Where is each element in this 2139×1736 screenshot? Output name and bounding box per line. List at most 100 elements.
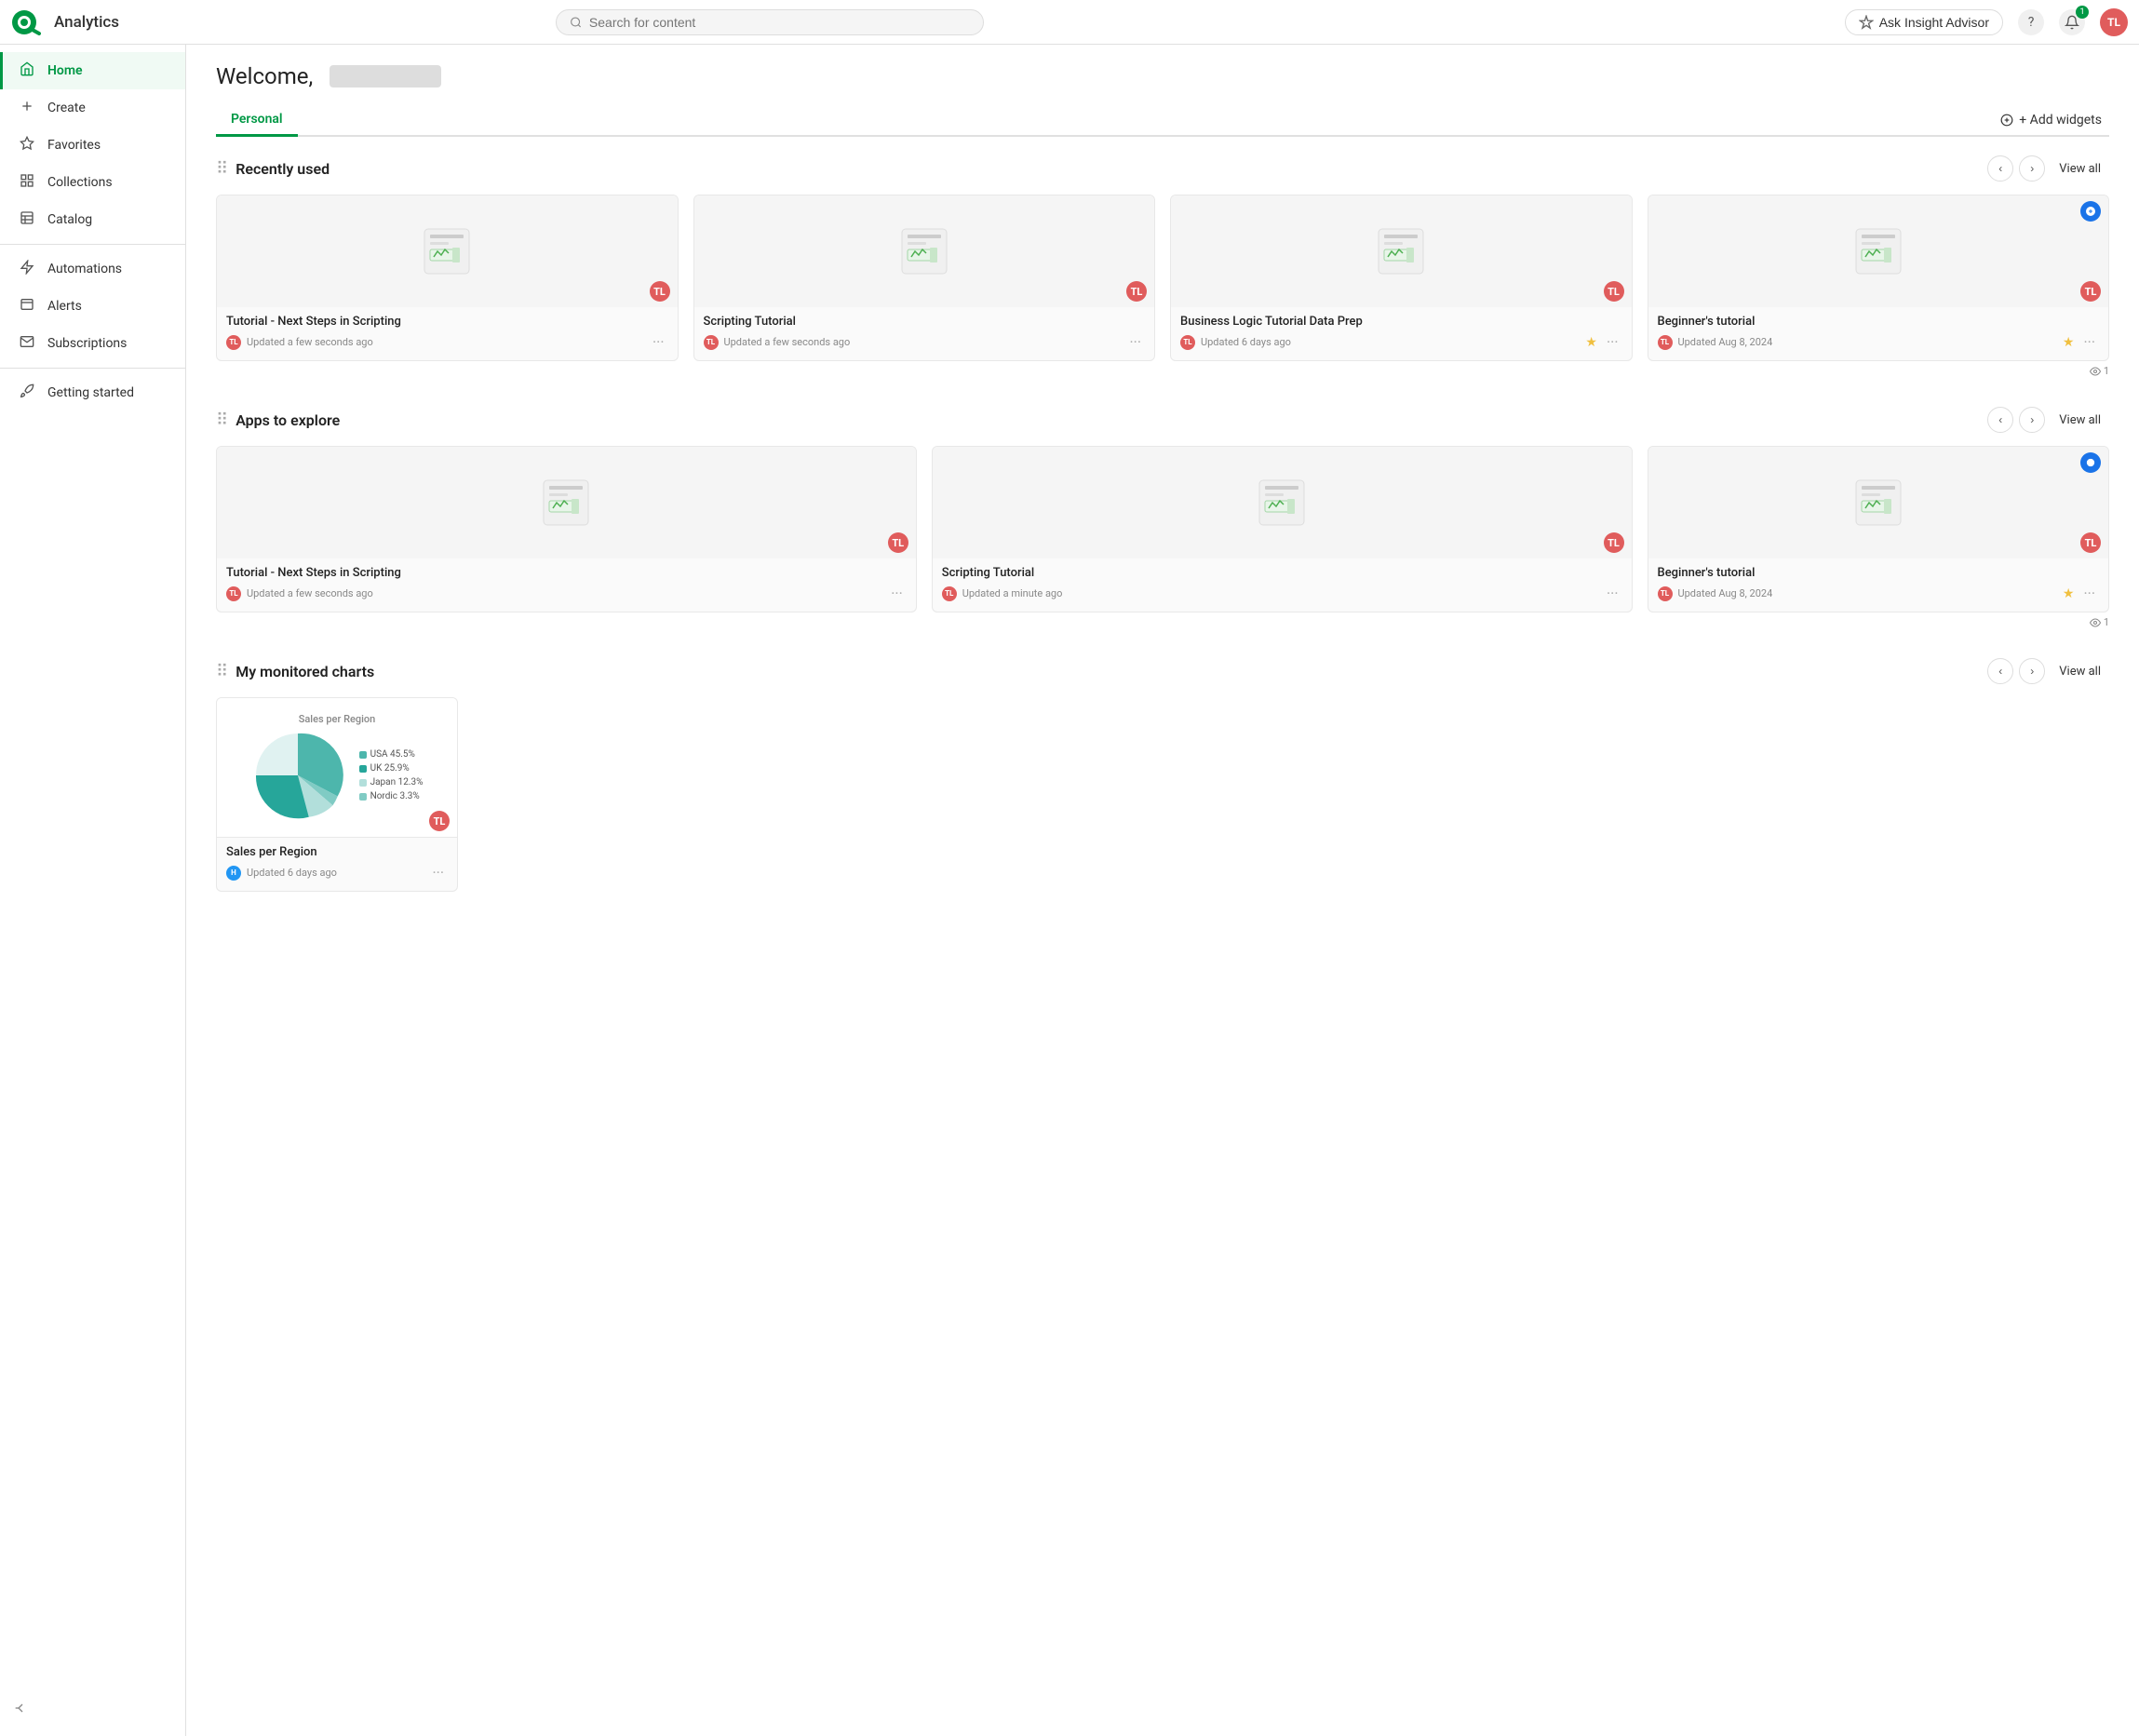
card-avatar: TL (1180, 335, 1195, 350)
card-menu-button[interactable]: ··· (428, 862, 448, 883)
sidebar-label-catalog: Catalog (47, 212, 92, 227)
plus-icon (18, 99, 36, 117)
sidebar-label-automations: Automations (47, 262, 122, 276)
card-info: Scripting Tutorial TL Updated a few seco… (694, 307, 1155, 360)
apps-to-explore-prev-button[interactable]: ‹ (1987, 407, 2013, 433)
alerts-icon (18, 297, 36, 316)
app-thumbnail-icon (898, 225, 950, 277)
card-menu-button[interactable]: ··· (2079, 331, 2099, 353)
recently-used-prev-button[interactable]: ‹ (1987, 155, 2013, 182)
insight-advisor-button[interactable]: Ask Insight Advisor (1845, 9, 2003, 35)
apps-to-explore-next-button[interactable]: › (2019, 407, 2045, 433)
topnav: Analytics Ask Insight Advisor ? 1 TL (0, 0, 2139, 45)
card-beginners-tutorial[interactable]: TL Beginner's tutorial TL Updated Aug 8,… (1648, 195, 2110, 361)
sidebar-item-subscriptions[interactable]: Subscriptions (0, 325, 185, 362)
card-thumbnail: TL (217, 195, 678, 307)
sidebar-item-alerts[interactable]: Alerts (0, 288, 185, 325)
card-menu-button[interactable]: ··· (1603, 583, 1622, 604)
sidebar-item-catalog[interactable]: Catalog (0, 201, 185, 238)
card-thumbnail: TL (933, 447, 1632, 558)
apps-to-explore-header: ⠿ Apps to explore ‹ › View all (216, 407, 2109, 433)
search-input[interactable] (589, 15, 970, 30)
sidebar-item-getting-started[interactable]: Getting started (0, 374, 185, 411)
avatar[interactable]: TL (2100, 8, 2128, 36)
card-star-button[interactable]: ★ (1585, 335, 1597, 350)
card-info: Tutorial - Next Steps in Scripting TL Up… (217, 307, 678, 360)
card-explore-beginners-tutorial[interactable]: TL Beginner's tutorial TL Updated Aug 8,… (1648, 446, 2110, 612)
search-bar[interactable] (556, 9, 984, 35)
card-avatar: TL (704, 335, 719, 350)
recently-used-view-count: 1 (2104, 365, 2109, 377)
card-menu-button[interactable]: ··· (2079, 583, 2099, 604)
recently-used-view-all[interactable]: View all (2051, 157, 2109, 181)
card-user-badge: TL (429, 811, 450, 831)
notifications-button[interactable]: 1 (2059, 9, 2085, 35)
card-user-badge: TL (1604, 281, 1624, 302)
sidebar-label-getting-started: Getting started (47, 385, 134, 400)
card-footer: TL Updated 6 days ago ★ ··· (1180, 331, 1622, 353)
recently-used-section: ⠿ Recently used ‹ › View all (216, 155, 2109, 377)
plus-circle-icon (2000, 114, 2013, 127)
drag-handle-recently-used[interactable]: ⠿ (216, 159, 228, 179)
tabs-bar: Personal + Add widgets (216, 104, 2109, 137)
user-name-blurred (330, 65, 441, 87)
card-user-badge: TL (2080, 532, 2101, 553)
help-button[interactable]: ? (2018, 9, 2044, 35)
card-tutorial-next-steps[interactable]: TL Tutorial - Next Steps in Scripting TL… (216, 195, 679, 361)
sidebar-collapse-button[interactable] (0, 1691, 185, 1729)
sidebar-item-favorites[interactable]: Favorites (0, 127, 185, 164)
card-star-button[interactable]: ★ (2063, 586, 2075, 601)
apps-to-explore-views: 1 (2090, 616, 2109, 628)
monitored-charts-next-button[interactable]: › (2019, 658, 2045, 684)
apps-to-explore-section: ⠿ Apps to explore ‹ › View all (216, 407, 2109, 628)
drag-handle-apps-to-explore[interactable]: ⠿ (216, 410, 228, 430)
automations-icon (18, 260, 36, 278)
card-menu-button[interactable]: ··· (1603, 331, 1622, 353)
card-avatar: TL (1658, 335, 1673, 350)
card-user-badge: TL (650, 281, 670, 302)
card-menu-button[interactable]: ··· (1125, 331, 1145, 353)
add-widgets-button[interactable]: + Add widgets (1993, 104, 2109, 135)
drag-handle-monitored-charts[interactable]: ⠿ (216, 662, 228, 681)
tab-personal[interactable]: Personal (216, 104, 298, 137)
card-info: Scripting Tutorial TL Updated a minute a… (933, 558, 1632, 612)
card-title: Scripting Tutorial (942, 566, 1622, 580)
topnav-right: Ask Insight Advisor ? 1 TL (1845, 8, 2128, 36)
apps-to-explore-views-row: 1 (216, 616, 2109, 628)
star-icon (18, 136, 36, 155)
sidebar-item-collections[interactable]: Collections (0, 164, 185, 201)
card-star-button[interactable]: ★ (2063, 335, 2075, 350)
card-business-logic[interactable]: TL Business Logic Tutorial Data Prep TL … (1170, 195, 1633, 361)
monitored-charts-view-all[interactable]: View all (2051, 660, 2109, 683)
logo-area: Analytics (11, 9, 119, 35)
main-content: Welcome, Personal + Add widgets ⠿ Recent… (186, 45, 2139, 1736)
monitored-charts-title: My monitored charts (235, 663, 1987, 680)
card-menu-button[interactable]: ··· (887, 583, 907, 604)
card-updated: Updated a few seconds ago (724, 336, 1121, 348)
sidebar-item-create[interactable]: Create (0, 89, 185, 127)
monitored-charts-prev-button[interactable]: ‹ (1987, 658, 2013, 684)
catalog-icon (18, 210, 36, 229)
card-explore-tutorial-next-steps[interactable]: TL Tutorial - Next Steps in Scripting TL… (216, 446, 917, 612)
card-sales-per-region[interactable]: Sales per Region (216, 697, 458, 892)
monitored-charts-nav: ‹ › View all (1987, 658, 2109, 684)
recently-used-views: 1 (2090, 365, 2109, 377)
card-info: Business Logic Tutorial Data Prep TL Upd… (1171, 307, 1632, 360)
card-title: Business Logic Tutorial Data Prep (1180, 315, 1622, 329)
collections-icon (18, 173, 36, 192)
app-layout: Home Create Favorites Collections Catalo (0, 45, 2139, 1736)
card-footer: TL Updated a minute ago ··· (942, 583, 1622, 604)
card-explore-scripting-tutorial[interactable]: TL Scripting Tutorial TL Updated a minut… (932, 446, 1633, 612)
monitored-charts-header: ⠿ My monitored charts ‹ › View all (216, 658, 2109, 684)
sidebar-item-home[interactable]: Home (0, 52, 185, 89)
sidebar-item-automations[interactable]: Automations (0, 250, 185, 288)
apps-to-explore-view-count: 1 (2104, 616, 2109, 628)
card-scripting-tutorial[interactable]: TL Scripting Tutorial TL Updated a few s… (693, 195, 1156, 361)
card-title: Beginner's tutorial (1658, 315, 2100, 329)
card-footer: TL Updated a few seconds ago ··· (226, 583, 907, 604)
card-updated: Updated a minute ago (962, 587, 1597, 599)
apps-to-explore-view-all[interactable]: View all (2051, 409, 2109, 432)
recently-used-next-button[interactable]: › (2019, 155, 2045, 182)
card-menu-button[interactable]: ··· (649, 331, 668, 353)
card-action-badge (2080, 452, 2101, 473)
